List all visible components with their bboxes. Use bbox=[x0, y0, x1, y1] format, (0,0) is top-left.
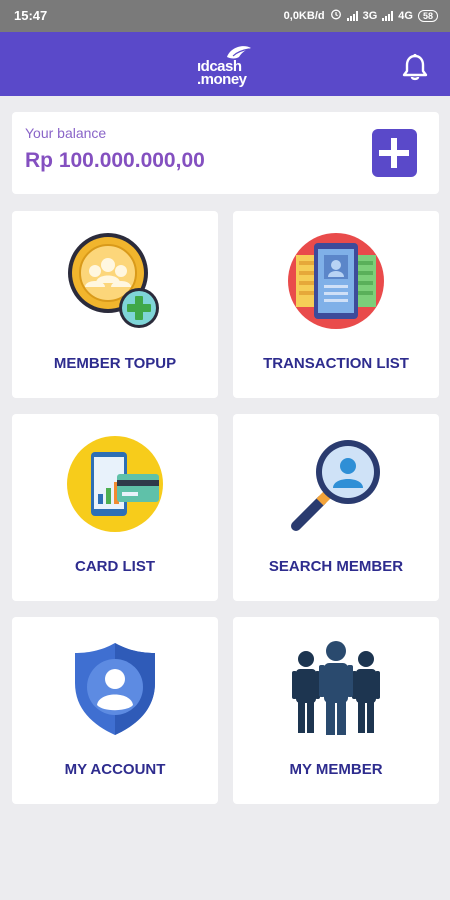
signal-icon-2 bbox=[382, 10, 394, 21]
member-topup-tile[interactable]: MEMBER TOPUP bbox=[12, 211, 218, 398]
card-list-label: CARD LIST bbox=[75, 558, 155, 575]
search-member-label: SEARCH MEMBER bbox=[268, 558, 404, 575]
notification-bell-icon[interactable] bbox=[402, 53, 428, 86]
transaction-list-tile[interactable]: TRANSACTION LIST bbox=[233, 211, 439, 398]
status-time: 15:47 bbox=[14, 8, 48, 23]
network-4g-label: 4G bbox=[398, 9, 413, 22]
status-indicators: 0,0KB/d 3G 4G 58 bbox=[284, 8, 438, 23]
my-account-tile[interactable]: MY ACCOUNT bbox=[12, 617, 218, 804]
network-3g-label: 3G bbox=[362, 9, 378, 22]
battery-icon: 58 bbox=[417, 9, 438, 22]
balance-label: Your balance bbox=[25, 125, 107, 141]
search-member-tile[interactable]: SEARCH MEMBER bbox=[233, 414, 439, 601]
transaction-list-label: TRANSACTION LIST bbox=[263, 355, 409, 372]
app-logo: ıdcash .money bbox=[195, 44, 259, 88]
member-topup-label: MEMBER TOPUP bbox=[53, 355, 177, 372]
transaction-list-icon bbox=[288, 233, 384, 329]
my-member-label: MY MEMBER bbox=[289, 761, 383, 778]
plus-icon bbox=[379, 138, 409, 168]
balance-value: Rp 100.000.000,00 bbox=[25, 149, 205, 172]
status-bar: 15:47 0,0KB/d 3G 4G 58 bbox=[0, 0, 450, 32]
balance-card: Your balance Rp 100.000.000,00 bbox=[12, 112, 439, 194]
group-members-icon bbox=[292, 641, 380, 735]
alarm-icon bbox=[330, 8, 342, 23]
members-coin-plus-icon bbox=[68, 233, 159, 328]
app-bar: ıdcash .money bbox=[0, 32, 450, 96]
add-balance-button[interactable] bbox=[372, 129, 417, 177]
my-account-label: MY ACCOUNT bbox=[64, 761, 166, 778]
signal-icon bbox=[346, 10, 358, 21]
net-speed: 0,0KB/d bbox=[283, 9, 325, 22]
card-list-tile[interactable]: CARD LIST bbox=[12, 414, 218, 601]
account-shield-icon bbox=[75, 643, 155, 735]
logo-text-line2: .money bbox=[197, 71, 247, 88]
my-member-tile[interactable]: MY MEMBER bbox=[233, 617, 439, 804]
search-member-icon bbox=[291, 440, 380, 531]
card-list-icon bbox=[67, 436, 163, 532]
